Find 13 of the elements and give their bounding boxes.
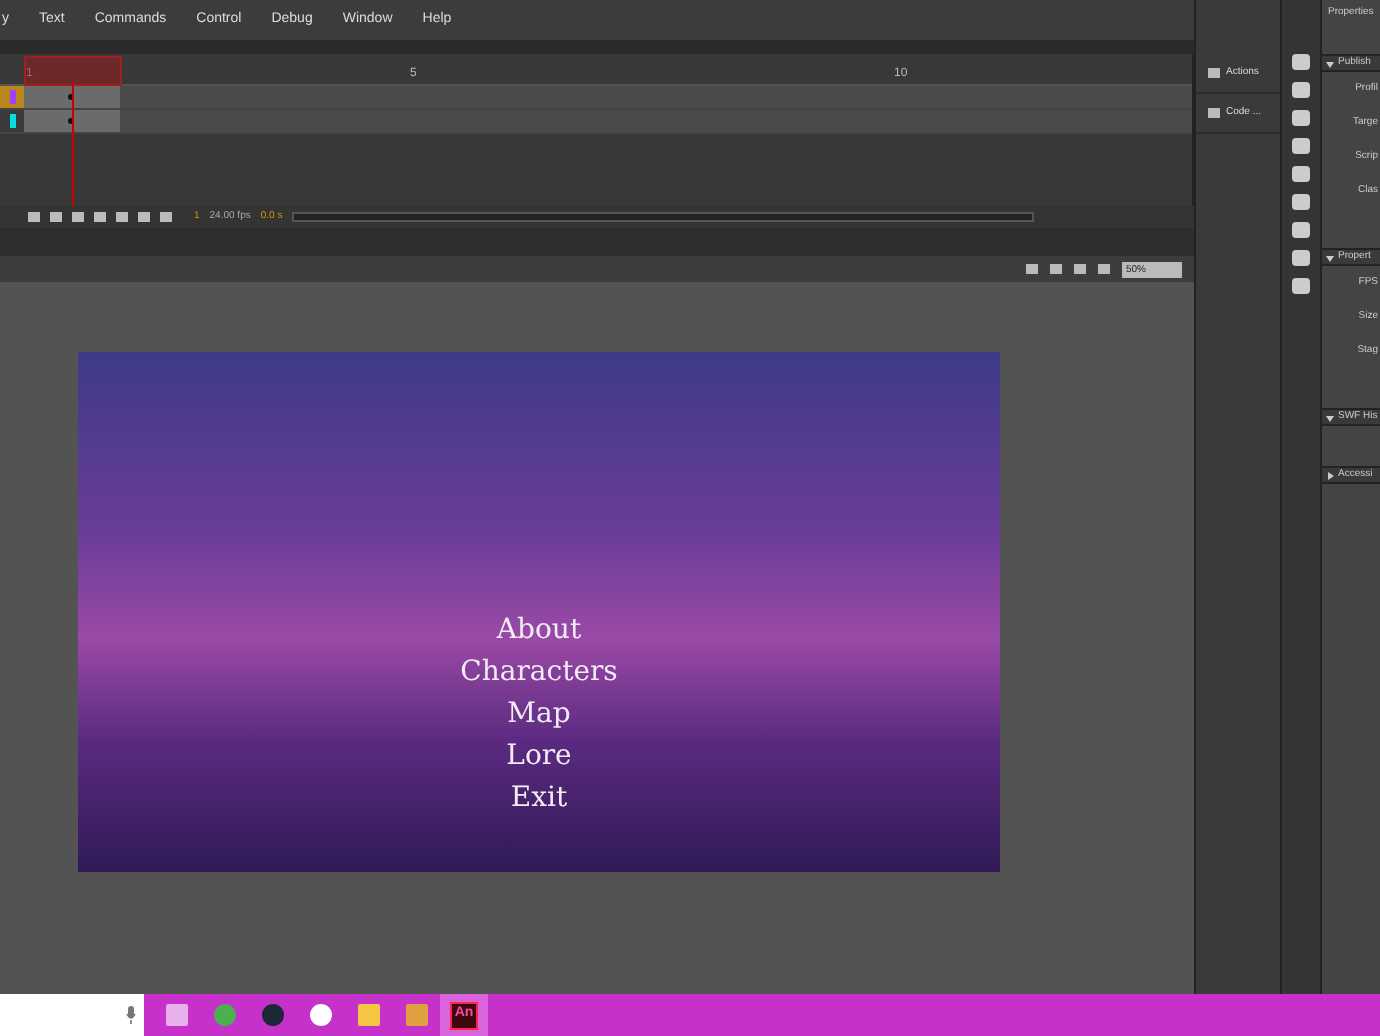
selected-frame-highlight	[24, 56, 122, 86]
game-menu-item[interactable]: Lore	[502, 736, 576, 778]
collapse-triangle-icon	[1326, 59, 1334, 67]
game-menu-item[interactable]: Characters	[456, 652, 622, 694]
game-menu-item[interactable]: Map	[503, 694, 575, 736]
timeline-scrollbar[interactable]	[292, 212, 1034, 222]
search-field[interactable]	[0, 994, 144, 1036]
microphone-icon[interactable]	[126, 1006, 136, 1024]
expand-triangle-icon	[1326, 471, 1334, 479]
game-menu-item[interactable]: Exit	[506, 778, 572, 820]
collapse-triangle-icon	[1326, 413, 1334, 421]
collapse-triangle-icon	[1326, 253, 1334, 261]
game-menu-item[interactable]: About	[492, 610, 586, 652]
